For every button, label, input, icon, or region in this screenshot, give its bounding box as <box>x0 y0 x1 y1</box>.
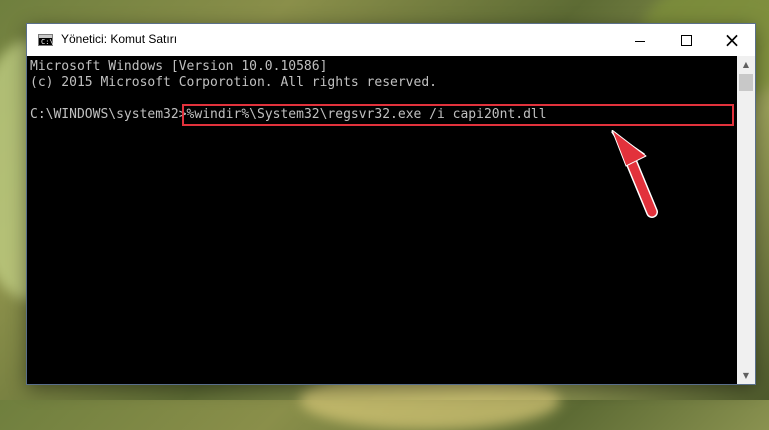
title-bar[interactable]: C:\ Yönetici: Komut Satırı × <box>27 24 755 56</box>
minimize-button[interactable] <box>617 24 663 56</box>
chevron-up-icon: ▲ <box>742 60 750 69</box>
scroll-up-button[interactable]: ▲ <box>737 56 755 73</box>
maximize-button[interactable] <box>663 24 709 56</box>
scroll-down-button[interactable]: ▼ <box>737 367 755 384</box>
window-title: Yönetici: Komut Satırı <box>61 32 178 46</box>
console-line: Microsoft Windows [Version 10.0.10586] <box>30 59 328 74</box>
chevron-down-icon: ▼ <box>742 371 750 380</box>
console-prompt: C:\WINDOWS\system32> <box>30 107 187 122</box>
close-button[interactable]: × <box>709 24 755 56</box>
arrow-head <box>611 130 647 167</box>
console-line: (c) 2015 Microsoft Corporotion. All righ… <box>30 75 437 90</box>
scrollbar-thumb[interactable] <box>739 74 753 91</box>
console-icon: C:\ <box>38 34 54 46</box>
red-arrow-annotation <box>611 130 658 218</box>
vertical-scrollbar[interactable]: ▲ ▼ <box>737 56 755 384</box>
close-icon: × <box>723 28 741 52</box>
console-icon-text: C:\ <box>41 38 54 46</box>
maximize-icon <box>680 34 692 46</box>
command-highlight-box <box>182 104 734 126</box>
minimize-icon <box>635 40 645 42</box>
